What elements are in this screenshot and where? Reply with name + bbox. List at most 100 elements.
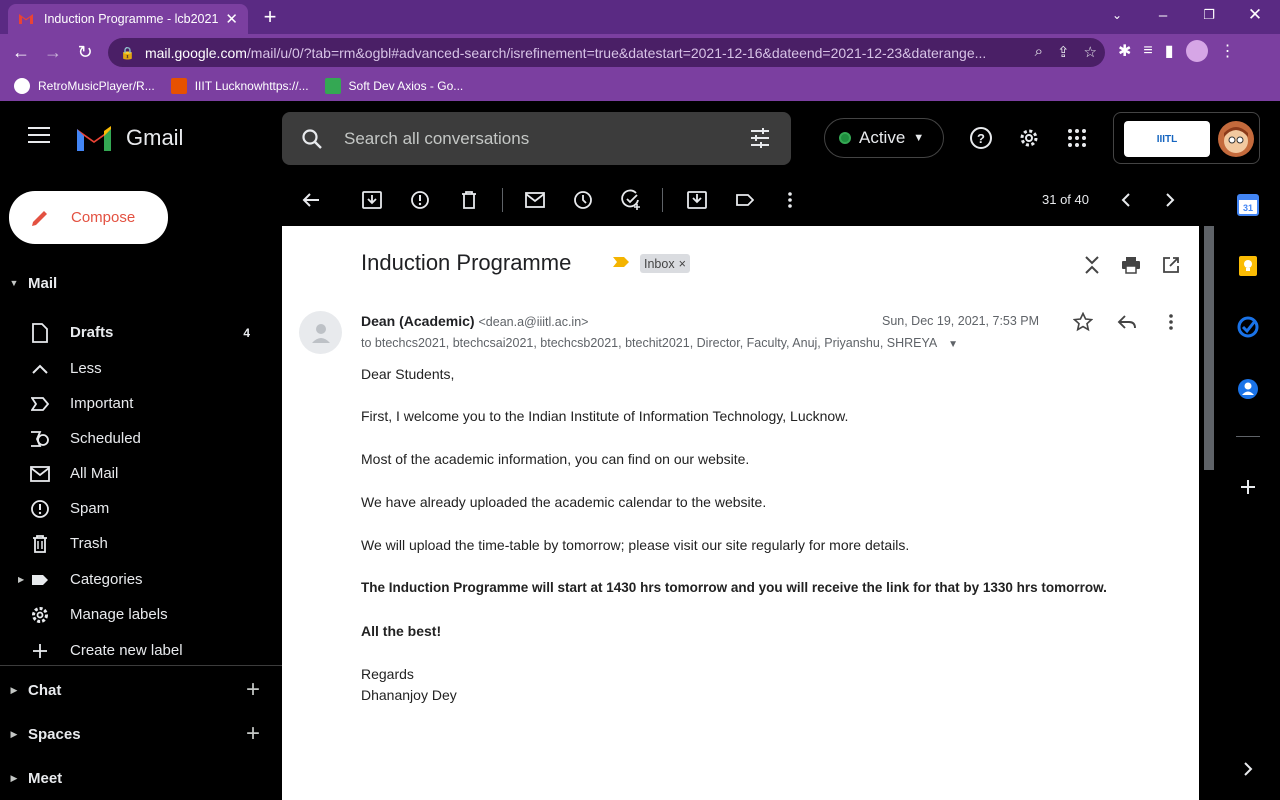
message-more-icon[interactable] bbox=[1160, 311, 1182, 333]
reply-icon[interactable] bbox=[1116, 311, 1138, 333]
minimize-button[interactable]: – bbox=[1140, 0, 1186, 30]
share-icon[interactable]: ⇪ bbox=[1057, 43, 1070, 61]
tab-close-icon[interactable]: ✕ bbox=[225, 10, 238, 28]
add-to-tasks-icon[interactable] bbox=[620, 189, 642, 211]
print-icon[interactable] bbox=[1120, 254, 1142, 276]
show-details-caret-icon[interactable]: ▼ bbox=[948, 339, 958, 350]
gmail-logo[interactable]: Gmail bbox=[74, 123, 183, 153]
older-icon[interactable] bbox=[1159, 189, 1181, 211]
sidebar-item-manage-labels[interactable]: Manage labels bbox=[0, 597, 282, 632]
expand-arrow-icon[interactable]: ▶ bbox=[18, 575, 24, 584]
archive-icon[interactable] bbox=[361, 189, 383, 211]
open-new-window-icon[interactable] bbox=[1160, 254, 1182, 276]
restore-button[interactable]: ❐ bbox=[1186, 0, 1232, 30]
chat-section-header[interactable]: ▶ Chat + bbox=[0, 672, 282, 708]
inbox-label-chip[interactable]: Inbox × bbox=[640, 254, 690, 273]
keep-icon[interactable] bbox=[1236, 254, 1260, 278]
meet-section-header[interactable]: ▶ Meet bbox=[0, 760, 282, 796]
move-to-icon[interactable] bbox=[686, 189, 708, 211]
contacts-icon[interactable] bbox=[1236, 377, 1260, 401]
sidebar-item-trash[interactable]: Trash bbox=[0, 526, 282, 561]
more-options-icon[interactable] bbox=[779, 189, 801, 211]
message-toolbar: 31 of 40 bbox=[282, 173, 1200, 226]
zoom-icon[interactable]: ⌕ bbox=[1035, 43, 1043, 61]
account-switcher[interactable]: IIITL bbox=[1113, 112, 1260, 164]
bookmark-item[interactable]: IIIT Lucknowhttps://... bbox=[170, 78, 309, 94]
compose-button[interactable]: Compose bbox=[9, 191, 168, 244]
mark-unread-icon[interactable] bbox=[524, 189, 546, 211]
sidebar-item-create-label[interactable]: Create new label bbox=[0, 633, 282, 668]
collapse-all-icon[interactable] bbox=[1081, 254, 1103, 276]
bookmark-item[interactable]: RetroMusicPlayer/R... bbox=[14, 78, 155, 94]
spaces-section-header[interactable]: ▶ Spaces + bbox=[0, 716, 282, 752]
scrollbar-thumb[interactable] bbox=[1204, 226, 1214, 470]
new-tab-button[interactable]: + bbox=[258, 4, 282, 30]
forward-icon[interactable]: → bbox=[38, 38, 68, 68]
remove-label-icon[interactable]: × bbox=[679, 257, 686, 271]
back-icon[interactable]: ← bbox=[6, 38, 36, 68]
mail-section-header[interactable]: ▼ Mail bbox=[0, 265, 282, 301]
body-paragraph: We will upload the time-table by tomorro… bbox=[361, 537, 910, 553]
active-status-icon bbox=[839, 132, 851, 144]
bookmarks-bar: RetroMusicPlayer/R... IIIT Lucknowhttps:… bbox=[0, 71, 1280, 101]
sidebar-item-all-mail[interactable]: All Mail bbox=[0, 456, 282, 491]
sidebar-item-scheduled[interactable]: Scheduled bbox=[0, 421, 282, 456]
message-pane: Induction Programme Inbox × Dean (Academ… bbox=[282, 226, 1199, 800]
star-icon[interactable] bbox=[1072, 311, 1094, 333]
address-bar[interactable]: 🔒 mail.google.com /mail/u/0/?tab=rm&ogbl… bbox=[108, 38, 1105, 67]
side-panel-icon[interactable]: ▮ bbox=[1165, 41, 1174, 61]
body-paragraph: First, I welcome you to the Indian Insti… bbox=[361, 408, 849, 424]
reload-icon[interactable]: ↻ bbox=[70, 38, 100, 68]
sender-avatar[interactable] bbox=[299, 311, 342, 354]
sidebar-item-categories[interactable]: ▶ Categories bbox=[0, 562, 282, 597]
sender-info: Dean (Academic) <dean.a@iiitl.ac.in> bbox=[361, 313, 588, 329]
calendar-icon[interactable]: 31 bbox=[1236, 193, 1260, 217]
media-control-icon[interactable]: ≡ bbox=[1143, 42, 1152, 60]
labels-icon[interactable] bbox=[734, 189, 756, 211]
tab-search-icon[interactable]: ⌄ bbox=[1094, 0, 1140, 30]
toolbar-separator bbox=[502, 188, 503, 212]
get-addons-plus-icon[interactable] bbox=[1236, 475, 1260, 499]
svg-text:31: 31 bbox=[1243, 203, 1253, 213]
body-greeting: Dear Students, bbox=[361, 366, 455, 382]
bookmark-item[interactable]: Soft Dev Axios - Go... bbox=[324, 78, 463, 94]
apps-grid-icon[interactable] bbox=[1064, 125, 1090, 151]
newer-icon[interactable] bbox=[1115, 189, 1137, 211]
pagination-label: 31 of 40 bbox=[1042, 192, 1089, 207]
gear-icon[interactable] bbox=[1016, 125, 1042, 151]
status-selector[interactable]: Active ▼ bbox=[824, 118, 944, 158]
browser-tab[interactable]: Induction Programme - lcb2021 ✕ bbox=[8, 4, 248, 34]
main-menu-icon[interactable] bbox=[28, 127, 50, 145]
bookmark-star-icon[interactable]: ☆ bbox=[1084, 43, 1097, 61]
help-icon[interactable]: ? bbox=[968, 125, 994, 151]
message-scrollbar[interactable] bbox=[1200, 226, 1216, 800]
caret-down-icon: ▼ bbox=[913, 132, 925, 144]
delete-icon[interactable] bbox=[458, 189, 480, 211]
extensions-icon[interactable]: ✱ bbox=[1118, 41, 1131, 61]
sidebar-item-important[interactable]: Important bbox=[0, 386, 282, 421]
sender-name[interactable]: Dean (Academic) bbox=[361, 313, 475, 329]
search-options-icon[interactable] bbox=[749, 127, 771, 149]
sidebar-item-drafts[interactable]: Drafts 4 bbox=[0, 315, 282, 350]
report-spam-icon[interactable] bbox=[409, 189, 431, 211]
avatar[interactable] bbox=[1218, 121, 1254, 157]
snooze-icon[interactable] bbox=[572, 189, 594, 211]
drafts-count: 4 bbox=[243, 325, 250, 340]
label-icon bbox=[30, 570, 50, 590]
search-icon[interactable] bbox=[300, 127, 324, 151]
search-input[interactable]: Search all conversations bbox=[344, 129, 529, 149]
sidebar-item-less[interactable]: Less bbox=[0, 351, 282, 386]
sidebar-item-spam[interactable]: Spam bbox=[0, 491, 282, 526]
window-close-button[interactable]: ✕ bbox=[1232, 0, 1278, 30]
show-side-panel-chevron-icon[interactable] bbox=[1236, 757, 1260, 781]
back-to-inbox-icon[interactable] bbox=[300, 189, 322, 211]
search-bar[interactable]: Search all conversations bbox=[282, 112, 791, 165]
gear-icon bbox=[30, 605, 50, 625]
browser-menu-icon[interactable]: ⋮ bbox=[1220, 41, 1236, 61]
body-signature: Dhananjoy Dey bbox=[361, 687, 457, 703]
tasks-icon[interactable] bbox=[1236, 315, 1260, 339]
profile-avatar[interactable] bbox=[1185, 40, 1208, 62]
new-space-plus-icon[interactable]: + bbox=[246, 720, 260, 748]
important-marker-icon[interactable] bbox=[612, 256, 630, 268]
new-chat-plus-icon[interactable]: + bbox=[246, 676, 260, 704]
